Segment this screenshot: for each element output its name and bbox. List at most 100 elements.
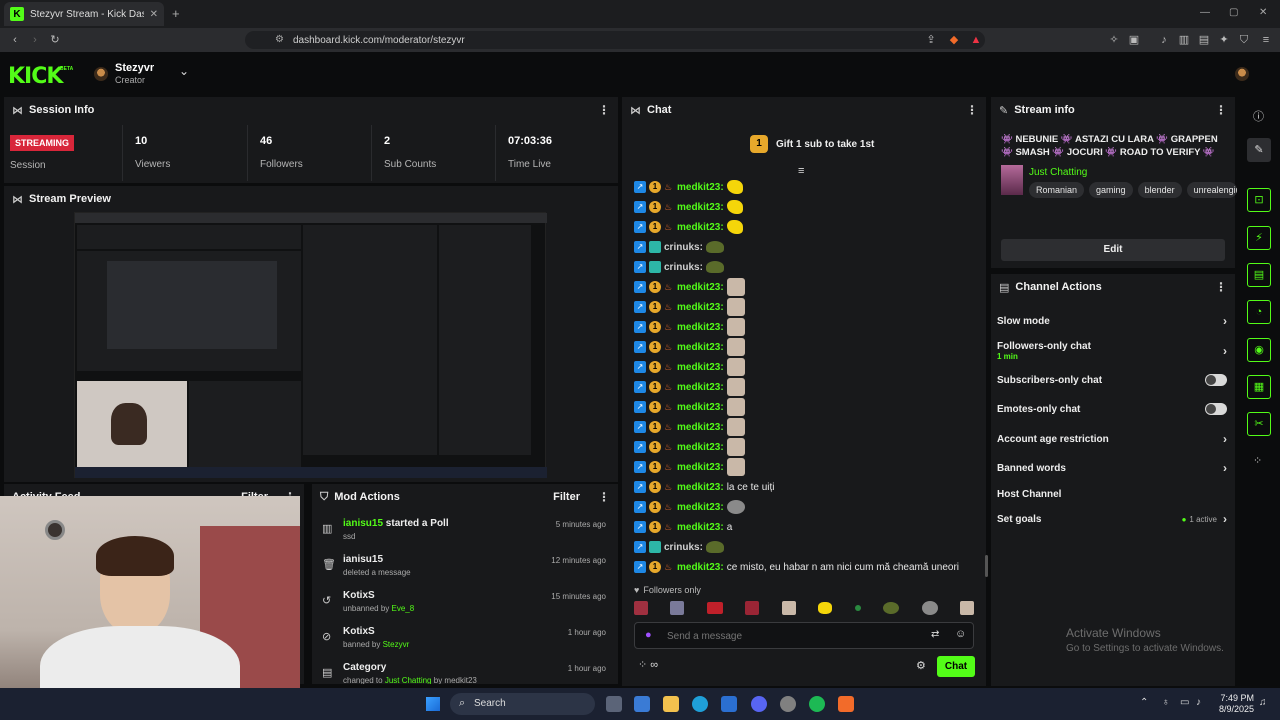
brave-shield-icon[interactable]: ◆ [948, 34, 960, 46]
emote-option-icon[interactable] [959, 601, 974, 615]
wrench-icon[interactable]: ✂ [1247, 412, 1271, 436]
edit-stream-button[interactable]: Edit [1001, 239, 1225, 261]
chat-bubble-icon[interactable]: ◔ [1247, 300, 1271, 324]
lightning-icon[interactable]: ⚡ [1247, 226, 1271, 250]
emote-option-icon[interactable] [818, 602, 833, 614]
emote-option-icon[interactable] [781, 601, 796, 615]
edit-layout-icon[interactable]: ✎ [1247, 138, 1271, 162]
close-window-icon[interactable]: ✕ [1259, 7, 1267, 18]
close-tab-icon[interactable]: ✕ [150, 9, 158, 20]
pinned-collapse-icon[interactable]: ≡ [798, 165, 804, 177]
chat-username[interactable]: medkit23: [677, 422, 724, 433]
screenshot-icon[interactable]: ▣ [1128, 34, 1140, 46]
brave-rewards-icon[interactable]: ▲ [970, 34, 982, 46]
chat-username[interactable]: medkit23: [677, 322, 724, 333]
layout-icon[interactable]: ▦ [1247, 375, 1271, 399]
kebab-menu-icon[interactable]: ⋮ [1215, 280, 1227, 294]
chat-username[interactable]: medkit23: [677, 522, 724, 533]
subscribers-only-toggle[interactable] [1205, 374, 1227, 386]
file-explorer-icon[interactable] [663, 696, 679, 712]
chat-username[interactable]: medkit23: [677, 182, 724, 193]
user-avatar[interactable] [1235, 67, 1249, 81]
back-icon[interactable]: ‹ [9, 34, 21, 46]
document-icon[interactable]: ▤ [1247, 263, 1271, 287]
kebab-menu-icon[interactable]: ⋮ [1215, 103, 1227, 117]
volume-icon[interactable]: ♪ [1196, 697, 1201, 708]
mod-detail-user[interactable]: Eve_8 [392, 604, 415, 613]
clock[interactable]: 7:49 PM 8/9/2025 [1214, 693, 1254, 715]
chat-input-box[interactable]: ● ⇄ ☺ [634, 622, 974, 649]
browser-tab[interactable]: K Stezyvr Stream - Kick Dashboard ✕ [4, 2, 164, 26]
account-age-row[interactable]: Account age restriction › [997, 428, 1227, 450]
kick-points-icon[interactable]: ⁘ [1253, 454, 1262, 467]
host-channel-row[interactable]: Host Channel [997, 483, 1227, 505]
spotify-icon[interactable] [809, 696, 825, 712]
slow-mode-row[interactable]: Slow mode › [997, 310, 1227, 332]
info-icon[interactable]: ⓘ [1253, 108, 1264, 124]
vpn-icon[interactable]: ⛉ [1238, 34, 1250, 46]
emote-option-icon[interactable] [745, 601, 760, 615]
chat-username[interactable]: medkit23: [677, 202, 724, 213]
emoji-icon[interactable]: ☺ [955, 628, 966, 640]
chat-username[interactable]: medkit23: [677, 362, 724, 373]
site-info-icon[interactable]: ⚙ [275, 34, 284, 45]
tray-chevron-icon[interactable]: ⌃ [1140, 697, 1148, 708]
minimize-icon[interactable]: — [1200, 7, 1210, 18]
brave-icon[interactable] [838, 696, 854, 712]
wallet-icon[interactable]: ▤ [1198, 34, 1210, 46]
gift-sub-banner[interactable]: 1 Gift 1 sub to take 1st [750, 135, 874, 153]
emote-option-icon[interactable] [670, 601, 685, 615]
leo-icon[interactable]: ✦ [1218, 34, 1230, 46]
category-name[interactable]: Just Chatting [1029, 167, 1087, 178]
taskbar-search[interactable]: ⌕ Search [450, 693, 595, 715]
mod-detail-user[interactable]: Stezyvr [383, 640, 410, 649]
kebab-menu-icon[interactable]: ⋮ [598, 103, 610, 117]
banned-words-row[interactable]: Banned words › [997, 457, 1227, 479]
emotes-only-toggle[interactable] [1205, 403, 1227, 415]
kebab-menu-icon[interactable]: ⋮ [966, 103, 978, 117]
extensions-icon[interactable]: ✧ [1108, 34, 1120, 46]
maximize-icon[interactable]: ▢ [1229, 7, 1238, 18]
emote-option-icon[interactable] [883, 602, 900, 614]
chevron-down-icon[interactable]: ⌄ [179, 64, 189, 78]
task-view-icon[interactable] [606, 696, 622, 712]
followers-only-row[interactable]: Followers-only chat 1 min › [997, 339, 1227, 363]
address-bar[interactable]: ⚙ dashboard.kick.com/moderator/stezyvr [245, 31, 985, 49]
chat-username[interactable]: crinuks: [664, 262, 703, 273]
forward-icon[interactable]: › [29, 34, 41, 46]
mod-filter-button[interactable]: Filter [553, 491, 580, 503]
mic-tray-icon[interactable]: ♁ [1162, 697, 1170, 708]
chat-username[interactable]: medkit23: [677, 382, 724, 393]
media-icon[interactable]: ♪ [1158, 34, 1170, 46]
chat-scrollbar[interactable] [985, 555, 988, 577]
set-goals-row[interactable]: Set goals ● 1 active › [997, 508, 1227, 530]
chat-username[interactable]: medkit23: [677, 462, 724, 473]
chat-username[interactable]: medkit23: [677, 282, 724, 293]
broadcast-icon[interactable]: ◉ [1247, 338, 1271, 362]
chat-username[interactable]: crinuks: [664, 242, 703, 253]
mod-user[interactable]: ianisu15 [343, 518, 383, 529]
menu-icon[interactable]: ≡ [1260, 34, 1272, 46]
windows-start-icon[interactable] [426, 697, 440, 711]
steam-icon[interactable] [780, 696, 796, 712]
chat-username[interactable]: medkit23: [677, 302, 724, 313]
chat-username[interactable]: medkit23: [677, 502, 724, 513]
edge-icon[interactable] [692, 696, 708, 712]
chat-username[interactable]: medkit23: [677, 402, 724, 413]
translate-icon[interactable]: ⇄ [931, 629, 939, 640]
emote-option-icon[interactable] [854, 605, 861, 611]
copilot-icon[interactable] [634, 696, 650, 712]
discord-icon[interactable] [751, 696, 767, 712]
share-icon[interactable]: ⇪ [925, 34, 937, 46]
store-icon[interactable] [721, 696, 737, 712]
chat-username[interactable]: medkit23: [677, 222, 724, 233]
kick-logo[interactable]: KICK [8, 64, 63, 89]
channel-name[interactable]: Stezyvr [115, 62, 154, 74]
sidebar-icon[interactable]: ▥ [1178, 34, 1190, 46]
clip-icon[interactable]: ⊡ [1247, 188, 1271, 212]
emote-option-icon[interactable] [921, 601, 938, 615]
network-icon[interactable]: ▭ [1180, 697, 1189, 708]
reload-icon[interactable]: ↻ [49, 34, 61, 46]
chat-username[interactable]: medkit23: [677, 482, 724, 493]
notification-bell-icon[interactable]: ♫ [1259, 697, 1267, 708]
